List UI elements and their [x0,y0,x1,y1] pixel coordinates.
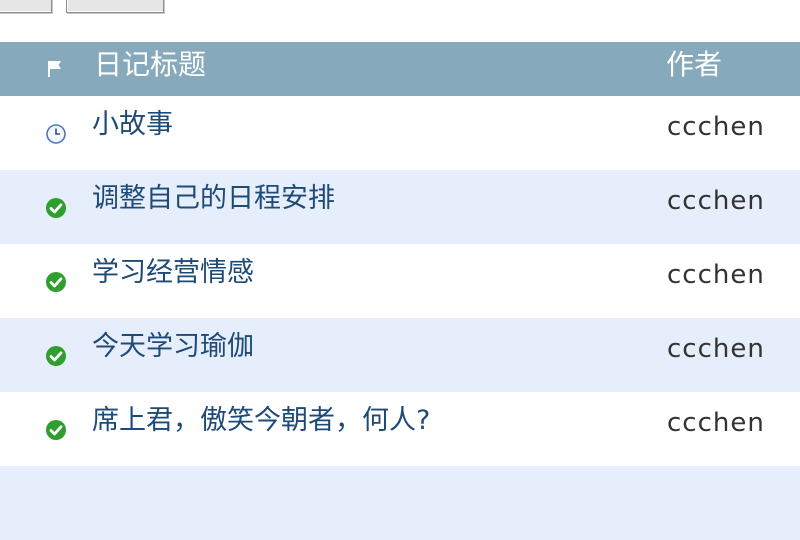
table-header: 日记标题 作者 [0,42,800,96]
clock-icon [46,124,66,144]
table-row: 学习经营情感 ccchen [0,244,800,318]
table-row: 调整自己的日程安排 ccchen [0,170,800,244]
table-row: 今天学习瑜伽 ccchen [0,318,800,392]
diary-title-link[interactable]: 小故事 [92,108,173,142]
diary-title-link[interactable]: 调整自己的日程安排 [92,182,335,216]
author-name: ccchen [667,334,765,364]
author-name: ccchen [667,408,765,438]
flag-icon [48,61,61,77]
check-icon [46,346,66,366]
check-icon [46,420,66,440]
diary-table: 日记标题 作者 小故事 ccchen 调整自己的日程安排 ccchen 学习经营… [0,42,800,540]
check-icon [46,272,66,292]
table-row: 席上君，傲笑今朝者，何人? ccchen [0,392,800,466]
toolbar-button-1[interactable] [0,0,52,13]
diary-title-link[interactable]: 今天学习瑜伽 [92,330,254,364]
author-name: ccchen [667,186,765,216]
toolbar-button-2[interactable] [66,0,164,13]
toolbar [0,0,800,40]
author-name: ccchen [667,112,765,142]
diary-title-link[interactable]: 席上君，傲笑今朝者，何人? [92,404,430,438]
table-row: 小故事 ccchen [0,96,800,170]
author-name: ccchen [667,260,765,290]
column-header-author[interactable]: 作者 [666,48,722,82]
table-row-partial [0,466,800,540]
diary-title-link[interactable]: 学习经营情感 [92,256,254,290]
check-icon [46,198,66,218]
column-header-title[interactable]: 日记标题 [94,48,206,82]
